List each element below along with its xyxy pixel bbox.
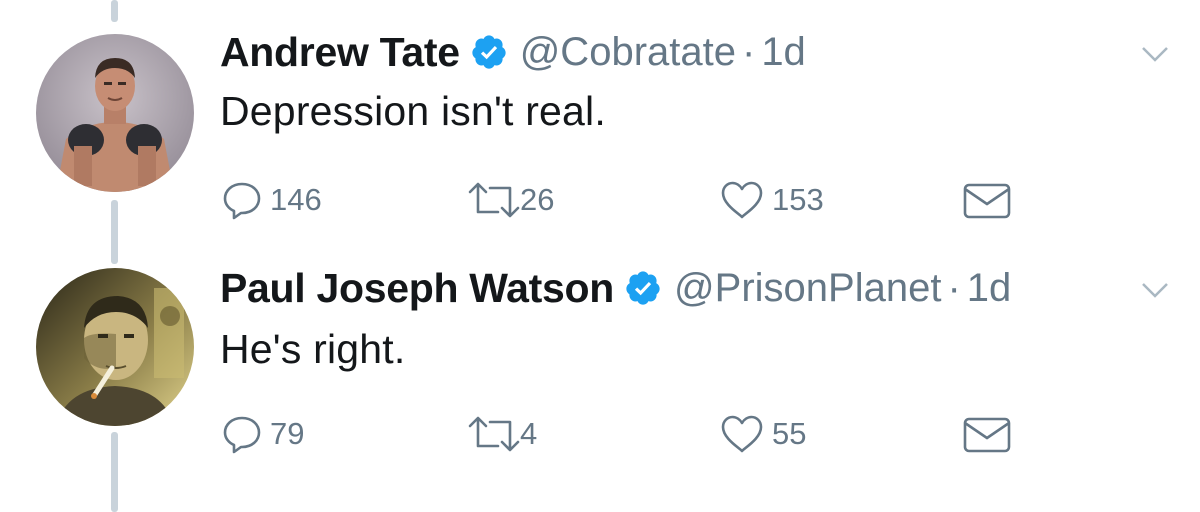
tweet-1[interactable]: Andrew Tate @Cobratate · 1d Depression i… bbox=[0, 0, 1200, 250]
retweet-icon bbox=[468, 182, 520, 218]
display-name[interactable]: Andrew Tate bbox=[220, 29, 460, 76]
timestamp[interactable]: 1d bbox=[967, 266, 1012, 311]
chevron-down-icon[interactable] bbox=[1140, 44, 1170, 64]
retweet-count: 26 bbox=[520, 182, 555, 217]
display-name[interactable]: Paul Joseph Watson bbox=[220, 265, 614, 312]
avatar[interactable] bbox=[36, 34, 194, 192]
retweet-button[interactable]: 26 bbox=[466, 180, 554, 220]
like-button[interactable]: 153 bbox=[720, 180, 824, 220]
verified-badge-icon bbox=[624, 269, 662, 307]
reply-button[interactable]: 79 bbox=[222, 414, 304, 454]
reply-count: 146 bbox=[270, 182, 322, 217]
like-button[interactable]: 55 bbox=[720, 414, 806, 454]
reply-button[interactable]: 146 bbox=[222, 180, 322, 220]
retweet-button[interactable]: 4 bbox=[466, 414, 537, 454]
avatar[interactable] bbox=[36, 268, 194, 426]
like-count: 55 bbox=[772, 416, 807, 451]
retweet-icon bbox=[468, 416, 520, 452]
reply-count: 79 bbox=[270, 416, 305, 451]
like-icon bbox=[721, 181, 763, 219]
separator-dot: · bbox=[741, 29, 756, 74]
smoking-man-avatar-icon bbox=[36, 268, 194, 426]
tweet-header: Paul Joseph Watson @PrisonPlanet · 1d bbox=[220, 262, 1011, 314]
direct-message-icon bbox=[963, 183, 1011, 219]
boxer-avatar-icon bbox=[36, 34, 194, 192]
reply-icon bbox=[223, 182, 261, 220]
chevron-down-icon[interactable] bbox=[1140, 280, 1170, 300]
direct-message-button[interactable] bbox=[962, 182, 1012, 220]
user-handle[interactable]: @PrisonPlanet bbox=[674, 266, 941, 311]
verified-badge-icon bbox=[470, 33, 508, 71]
tweet-header: Andrew Tate @Cobratate · 1d bbox=[220, 26, 806, 78]
like-icon bbox=[721, 415, 763, 453]
like-count: 153 bbox=[772, 182, 824, 217]
retweet-count: 4 bbox=[520, 416, 538, 451]
tweet-text: Depression isn't real. bbox=[220, 88, 606, 134]
tweet-text: He's right. bbox=[220, 326, 406, 372]
direct-message-icon bbox=[963, 417, 1011, 453]
reply-icon bbox=[223, 416, 261, 454]
timestamp[interactable]: 1d bbox=[761, 30, 806, 75]
user-handle[interactable]: @Cobratate bbox=[520, 30, 736, 75]
tweet-2[interactable]: Paul Joseph Watson @PrisonPlanet · 1d He… bbox=[0, 250, 1200, 512]
direct-message-button[interactable] bbox=[962, 416, 1012, 454]
separator-dot: · bbox=[947, 265, 961, 310]
